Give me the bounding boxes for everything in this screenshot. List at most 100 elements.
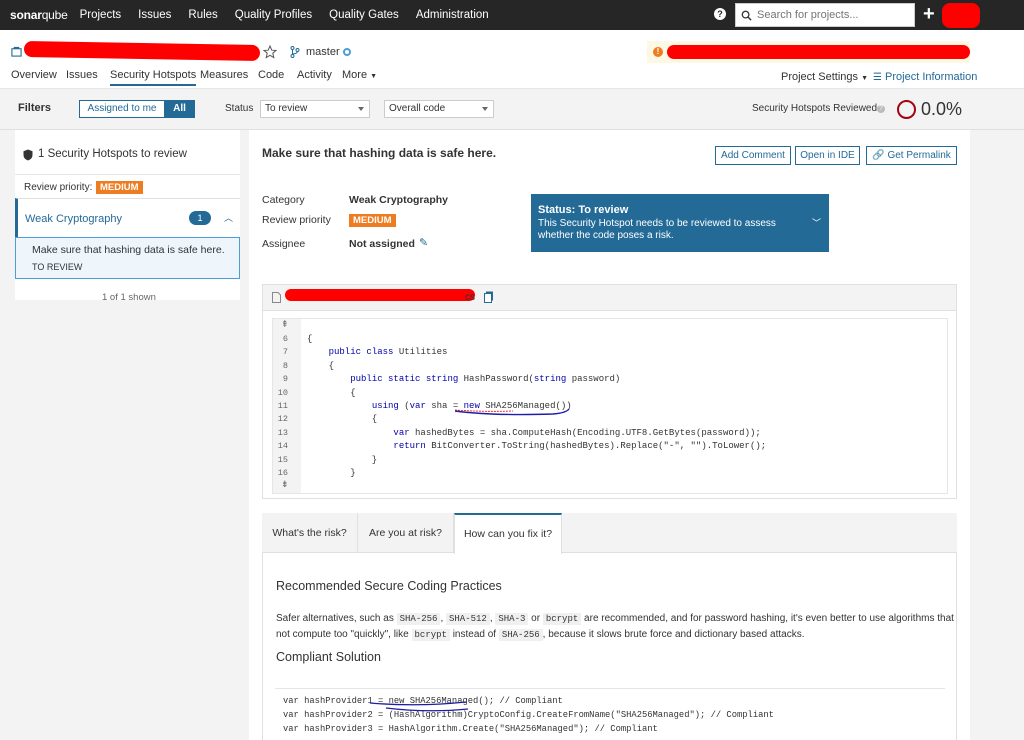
caret-down-icon: ▼ — [861, 75, 869, 82]
hotspot-detail: Make sure that hashing data is safe here… — [249, 130, 970, 740]
hotspot-list-panel: 1 Security Hotspots to review Review pri… — [0, 130, 249, 740]
pencil-icon[interactable]: ✎ — [419, 236, 428, 249]
inline-code: bcrypt — [411, 629, 450, 641]
star-icon[interactable] — [263, 45, 277, 59]
line-number[interactable]: 16 — [273, 467, 301, 480]
hotspot-list-item[interactable]: Make sure that hashing data is safe here… — [15, 237, 240, 279]
expand-down-icon[interactable]: ⇟ — [281, 479, 289, 490]
code-snippet: ⇞ ⇟ 6 {7 public class Utilities 8 {9 publi… — [272, 318, 948, 494]
tab-issues[interactable]: Issues — [66, 69, 98, 84]
file-extension: cs — [465, 292, 475, 303]
inline-code: SHA-3 — [495, 613, 529, 625]
divider — [15, 174, 240, 175]
nav-projects[interactable]: Projects — [80, 9, 122, 21]
reviewed-percentage: 0.0% — [921, 99, 963, 119]
help-icon[interactable]: ? — [714, 8, 726, 20]
code-text: var hashedBytes = sha.ComputeHash(Encodi… — [393, 427, 761, 438]
snippet-line: var hashProvider3 = HashAlgorithm.Create… — [283, 724, 658, 734]
status-select[interactable]: To review — [260, 100, 370, 118]
project-settings-menu[interactable]: Project Settings ▼ — [781, 71, 868, 83]
line-number[interactable]: 8 — [273, 360, 301, 373]
priority-badge: MEDIUM — [96, 181, 143, 194]
category-name: Weak Cryptography — [25, 213, 123, 225]
text: instead of — [452, 629, 497, 640]
line-number[interactable]: 7 — [273, 346, 301, 359]
right-gutter — [970, 130, 1024, 740]
redacted-project-name — [23, 40, 261, 62]
line-number[interactable]: 13 — [273, 427, 301, 440]
tab-overview[interactable]: Overview — [11, 69, 57, 84]
category-header[interactable]: Weak Cryptography 1 ︿ — [15, 198, 240, 238]
open-in-ide-button[interactable]: Open in IDE — [795, 146, 860, 165]
code-file-header: cs — [263, 285, 956, 311]
hotspot-item-status: TO REVIEW — [32, 262, 83, 272]
code-text: } — [307, 468, 356, 478]
expand-up-icon[interactable]: ⇞ — [281, 319, 289, 330]
status-select-value: To review — [265, 103, 308, 114]
line-number[interactable]: 10 — [273, 387, 301, 400]
info-circle-icon[interactable] — [343, 48, 351, 56]
line-number[interactable]: 12 — [273, 413, 301, 426]
nav-issues[interactable]: Issues — [138, 9, 171, 21]
project-icon — [11, 46, 22, 57]
project-tabs: Overview Issues Security Hotspots Measur… — [0, 69, 1024, 87]
nav-administration[interactable]: Administration — [416, 9, 489, 21]
tab-how-can-you-fix-it[interactable]: How can you fix it? — [454, 513, 562, 554]
nav-quality-profiles[interactable]: Quality Profiles — [235, 9, 312, 21]
tab-more[interactable]: More ▼ — [342, 69, 377, 84]
copy-icon[interactable] — [484, 291, 494, 303]
redacted-avatar[interactable] — [942, 3, 980, 28]
nav-rules[interactable]: Rules — [188, 9, 217, 21]
get-permalink-button[interactable]: 🔗 Get Permalink — [866, 146, 957, 165]
nav-quality-gates[interactable]: Quality Gates — [329, 9, 399, 21]
tab-whats-the-risk[interactable]: What's the risk? — [262, 513, 358, 553]
all-button[interactable]: All — [164, 100, 195, 118]
caret-down-icon: ▼ — [370, 73, 378, 80]
get-permalink-label: Get Permalink — [887, 150, 951, 161]
create-plus-icon[interactable]: + — [923, 4, 935, 24]
hotspot-title: Make sure that hashing data is safe here… — [262, 146, 497, 160]
tab-code[interactable]: Code — [258, 69, 284, 84]
assigned-to-me-button[interactable]: Assigned to me — [79, 100, 165, 118]
line-number[interactable]: 14 — [273, 440, 301, 453]
priority-badge: MEDIUM — [349, 214, 396, 227]
logo-text-b: qube — [41, 8, 68, 22]
code-text: } — [307, 454, 378, 465]
code-scope-select[interactable]: Overall code — [384, 100, 494, 118]
chevron-down-icon: ﹀ — [811, 218, 821, 228]
tab-security-hotspots[interactable]: Security Hotspots — [110, 69, 197, 86]
sonarqube-logo[interactable]: sonarqube — [10, 8, 68, 22]
line-number[interactable]: 6 — [273, 333, 301, 346]
line-number[interactable]: 9 — [273, 373, 301, 386]
shown-count: 1 of 1 shown — [102, 292, 156, 303]
code-text: public static string HashPassword(string… — [350, 374, 621, 385]
code-text: { — [307, 334, 313, 344]
tab-are-you-at-risk[interactable]: Are you at risk? — [358, 513, 454, 553]
chevron-up-icon[interactable]: ︿ — [224, 211, 233, 224]
project-information-link[interactable]: ☰ Project Information — [873, 71, 977, 83]
tab-measures[interactable]: Measures — [200, 69, 248, 84]
practices-paragraph: Safer alternatives, such as SHA-256, SHA… — [276, 613, 954, 641]
text: not compute too "quickly", like — [276, 629, 409, 640]
line-number[interactable]: 15 — [273, 454, 301, 467]
text: , because it slows brute force and dicti… — [542, 629, 805, 640]
compliant-heading: Compliant Solution — [276, 650, 381, 664]
branch-name[interactable]: master — [306, 46, 340, 58]
help-circle-icon[interactable]: ? — [877, 105, 885, 113]
code-text: { — [307, 414, 378, 425]
practices-heading: Recommended Secure Coding Practices — [276, 579, 502, 593]
tab-activity[interactable]: Activity — [297, 69, 332, 84]
code-text: { — [307, 360, 335, 371]
shield-icon — [23, 149, 33, 161]
inline-code: SHA-256 — [498, 629, 543, 641]
redacted-warning-text — [667, 45, 970, 59]
search-box — [735, 3, 915, 27]
line-number[interactable]: 11 — [273, 400, 301, 413]
code-text: public class Utilities — [328, 347, 448, 358]
add-comment-button[interactable]: Add Comment — [715, 146, 791, 165]
search-input[interactable] — [757, 9, 907, 21]
warning-banner: ! — [647, 41, 970, 63]
status-dropdown[interactable]: Status: To review This Security Hotspot … — [531, 194, 829, 252]
link-icon: 🔗 — [872, 150, 885, 161]
code-scope-value: Overall code — [389, 103, 446, 114]
